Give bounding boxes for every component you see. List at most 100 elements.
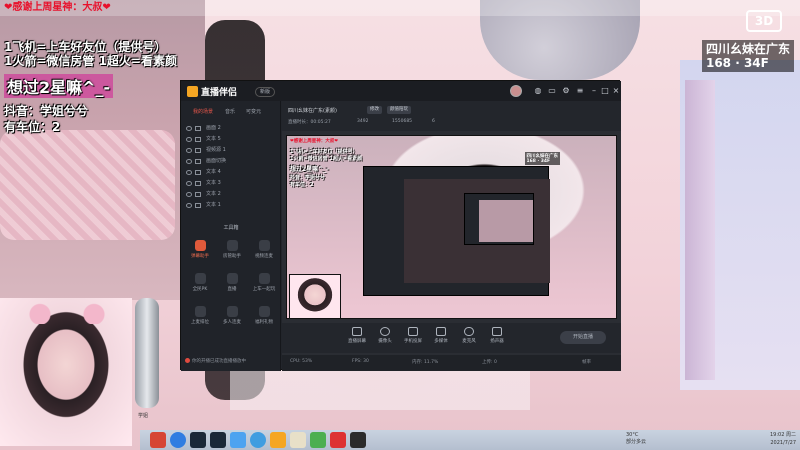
control-label: 麦克风 (462, 339, 476, 344)
chrome-icon[interactable] (170, 432, 186, 448)
video-link-icon (258, 240, 270, 251)
tool-label: 全民PK (192, 287, 208, 292)
source-row[interactable]: 画面切换 (181, 156, 281, 167)
phone-cast-button[interactable]: 手机投屏 (398, 327, 428, 344)
tool-gift[interactable]: 福利礼物 (249, 306, 279, 334)
steam-icon[interactable] (190, 432, 206, 448)
minimize-icon[interactable]: – (589, 86, 599, 96)
preview-line-2: 1火箭=微信房管 1超火=看素颜 (290, 156, 363, 162)
eye-icon[interactable] (186, 181, 192, 186)
stream-preview[interactable]: ❤感谢上周星神：大叔❤ 1飞机=上车好友位（提供号） 1火箭=微信房管 1超火=… (286, 135, 617, 319)
tool-mic-queue[interactable]: 上麦排位 (185, 306, 215, 334)
weather-widget[interactable]: 30°C 部分多云 (626, 432, 646, 446)
maximize-icon[interactable]: □ (600, 86, 610, 96)
cpu-status: CPU: 53% (290, 359, 313, 364)
settings-icon[interactable]: ⚙ (561, 86, 571, 96)
source-label: 画面 2 (206, 125, 221, 131)
source-label: 文本 3 (206, 180, 221, 186)
source-row[interactable]: 画面 2 (181, 123, 281, 134)
close-icon[interactable]: × (611, 86, 621, 96)
footer-text: 你的开播已成功直播播放中 (192, 359, 246, 364)
eye-icon[interactable] (186, 148, 192, 153)
memory-status: 内存: 11.7% (412, 360, 439, 365)
tool-label: 视频连麦 (255, 254, 273, 259)
app-x-icon[interactable] (250, 432, 266, 448)
tool-live[interactable]: 直播 (217, 273, 247, 301)
player-icon[interactable] (310, 432, 326, 448)
scene-panel: 我的场景 音乐 可变元 画面 2 文本 5 视频源 1 画面切换 文本 4 文本… (181, 101, 281, 371)
source-type-icon (195, 192, 201, 197)
source-row[interactable]: 文本 5 (181, 134, 281, 145)
phone-icon (408, 327, 418, 336)
app-titlebar[interactable]: 直播伴侣 新版 ◍ ▭ ⚙ ≡ – □ × (181, 81, 621, 101)
taskbar: 30°C 部分多云 19:02 周二 2021/7/27 (140, 430, 800, 450)
eye-icon[interactable] (186, 126, 192, 131)
fps-status: FPS: 30 (352, 359, 369, 364)
source-row[interactable]: 文本 2 (181, 189, 281, 200)
control-label: 手机投屏 (404, 339, 422, 344)
eye-icon[interactable] (186, 203, 192, 208)
source-row[interactable]: 文本 3 (181, 178, 281, 189)
live-companion-icon[interactable] (270, 432, 286, 448)
netease-music-icon[interactable] (150, 432, 166, 448)
clock-time: 19:02 周二 (770, 432, 796, 438)
camera-icon (380, 327, 390, 336)
tab-my-scenes[interactable]: 我的场景 (193, 108, 213, 115)
microphone-prop (135, 298, 159, 408)
status-bar: CPU: 53% FPS: 30 内存: 11.7% 上传: 0 帧率 (282, 355, 621, 371)
media-button[interactable]: 多媒体 (426, 327, 456, 344)
preview-line-5: 有车位：2 (290, 182, 314, 188)
tool-play-together[interactable]: 上车一起玩 (249, 273, 279, 301)
clock[interactable]: 19:02 周二 2021/7/27 (770, 431, 796, 447)
room-title: 四川幺妹在广东(素颜) (288, 108, 337, 114)
version-pill[interactable]: 新版 (255, 87, 276, 97)
tool-multi-link[interactable]: 多人连麦 (217, 306, 247, 334)
speaker-button[interactable]: 扬声器 (482, 327, 512, 344)
nested-app-window-2 (464, 193, 534, 245)
menu-icon[interactable]: ≡ (575, 86, 585, 96)
source-type-icon (195, 170, 201, 175)
qq-icon[interactable] (230, 432, 246, 448)
microphone-button[interactable]: 麦克风 (454, 327, 484, 344)
source-row[interactable]: 文本 4 (181, 167, 281, 178)
live-companion-window[interactable]: 直播伴侣 新版 ◍ ▭ ⚙ ≡ – □ × 我的场景 音乐 可变元 画面 2 文… (180, 80, 621, 371)
camera-thumbnail (289, 274, 341, 318)
eye-icon[interactable] (186, 159, 192, 164)
tool-danmaku[interactable]: 弹幕助手 (185, 240, 215, 268)
speaker-icon (492, 327, 502, 336)
category-button[interactable]: 颜值陪玩 (387, 106, 411, 114)
message-icon[interactable]: ▭ (547, 86, 557, 96)
source-row[interactable]: 视频源 1 (181, 145, 281, 156)
nested-preview (404, 179, 550, 283)
tab-variables[interactable]: 可变元 (246, 108, 261, 115)
source-type-icon (195, 203, 201, 208)
screen-capture-button[interactable]: 直播屏幕 (342, 327, 372, 344)
tool-label: 直播 (227, 287, 237, 292)
toolbox-title: 工具箱 (223, 225, 239, 231)
steam-icon[interactable] (210, 432, 226, 448)
obs-icon[interactable] (350, 432, 366, 448)
edit-button[interactable]: 修改 (367, 106, 382, 114)
tool-video-link[interactable]: 视频连麦 (249, 240, 279, 268)
app-logo-icon (187, 86, 198, 97)
avatar[interactable] (510, 85, 522, 97)
shirt-icon[interactable]: ◍ (533, 86, 543, 96)
camera-button[interactable]: 摄像头 (370, 327, 400, 344)
app-brand-label: 直播伴侣 (201, 88, 238, 98)
tool-room-admin[interactable]: 房管助手 (217, 240, 247, 268)
tab-music[interactable]: 音乐 (225, 108, 235, 115)
eye-icon[interactable] (186, 137, 192, 142)
tool-pk[interactable]: 全民PK (185, 273, 215, 301)
nested-app-window (363, 166, 550, 296)
eye-icon[interactable] (186, 192, 192, 197)
source-type-icon (195, 159, 201, 164)
eye-icon[interactable] (186, 170, 192, 175)
viewer-count: 3492 (357, 119, 369, 124)
folder-icon[interactable] (290, 432, 306, 448)
source-row[interactable]: 文本 1 (181, 200, 281, 211)
wps-icon[interactable] (330, 432, 346, 448)
start-live-button[interactable]: 开始直播 (560, 331, 606, 344)
control-label: 扬声器 (490, 339, 504, 344)
app-brand: 直播伴侣 (187, 85, 237, 98)
upload-status: 上传: 0 (482, 360, 497, 365)
